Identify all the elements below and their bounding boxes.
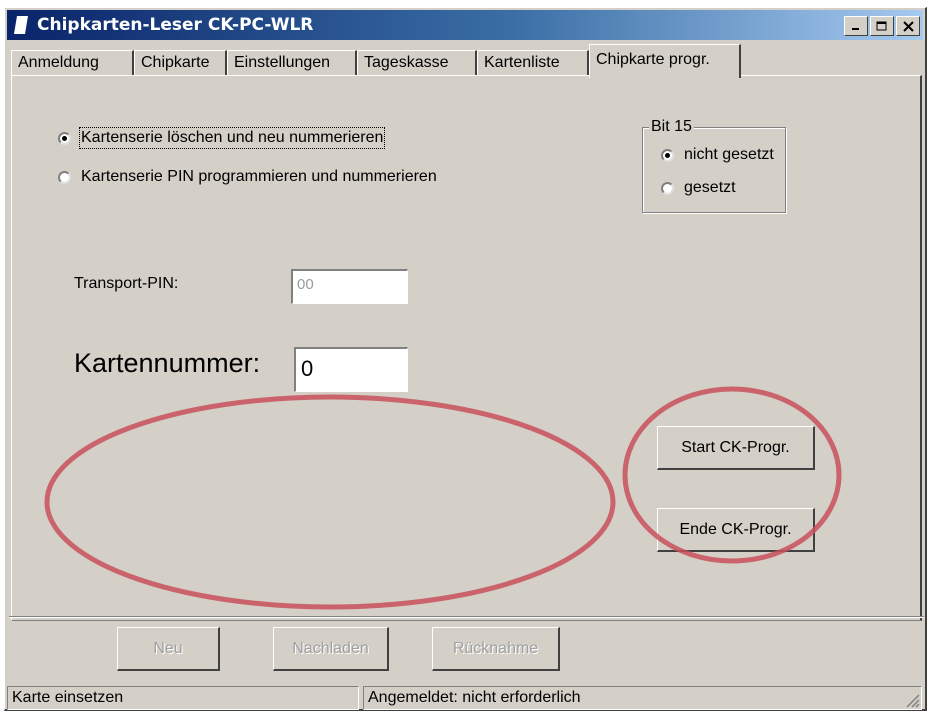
tab-einstellungen[interactable]: Einstellungen bbox=[227, 50, 357, 76]
start-ck-progr-button[interactable]: Start CK-Progr. bbox=[657, 426, 815, 470]
resize-grip-icon[interactable] bbox=[904, 692, 920, 708]
window-title: Chipkarten-Leser CK-PC-WLR bbox=[37, 15, 314, 35]
maximize-icon bbox=[876, 21, 887, 30]
transport-pin-label: Transport-PIN: bbox=[74, 275, 179, 292]
radio-kartenserie-pin[interactable]: Kartenserie PIN programmieren und nummer… bbox=[58, 168, 437, 186]
maximize-button[interactable] bbox=[870, 16, 894, 36]
nachladen-button[interactable]: Nachladen bbox=[273, 627, 389, 671]
radio-label: nicht gesetzt bbox=[684, 146, 774, 163]
minimize-icon bbox=[852, 28, 859, 30]
tab-anmeldung[interactable]: Anmeldung bbox=[11, 50, 134, 76]
radio-label: gesetzt bbox=[684, 179, 736, 196]
radio-gesetzt[interactable]: gesetzt bbox=[661, 179, 736, 197]
kartennummer-label: Kartennummer: bbox=[74, 348, 261, 378]
radio-kartenserie-loeschen[interactable]: Kartenserie löschen und neu nummerieren bbox=[58, 127, 386, 149]
status-right: Angemeldet: nicht erforderlich bbox=[363, 686, 922, 710]
radio-nicht-gesetzt[interactable]: nicht gesetzt bbox=[661, 146, 774, 164]
status-bar: Karte einsetzen Angemeldet: nicht erford… bbox=[7, 686, 922, 710]
radio-unchecked-icon bbox=[661, 181, 674, 195]
ruecknahme-button[interactable]: Rücknahme bbox=[432, 627, 560, 671]
close-button[interactable] bbox=[896, 16, 920, 36]
neu-button[interactable]: Neu bbox=[117, 627, 220, 671]
tab-panel: Kartenserie löschen und neu nummerieren … bbox=[11, 75, 922, 621]
tab-chipkarte[interactable]: Chipkarte bbox=[134, 50, 227, 76]
card-icon bbox=[14, 16, 28, 34]
divider bbox=[9, 616, 924, 618]
radio-label: Kartenserie PIN programmieren und nummer… bbox=[81, 168, 437, 185]
tab-tageskasse[interactable]: Tageskasse bbox=[357, 50, 477, 76]
close-icon bbox=[902, 20, 914, 32]
minimize-button[interactable] bbox=[844, 16, 868, 36]
group-legend: Bit 15 bbox=[649, 118, 694, 136]
radio-label: Kartenserie löschen und neu nummerieren bbox=[78, 127, 386, 149]
kartennummer-input[interactable]: 0 bbox=[294, 347, 408, 392]
ende-ck-progr-button[interactable]: Ende CK-Progr. bbox=[657, 508, 815, 552]
app-window: Chipkarten-Leser CK-PC-WLR Anmeldung Chi… bbox=[4, 7, 927, 711]
radio-checked-icon bbox=[58, 131, 71, 145]
radio-unchecked-icon bbox=[58, 170, 71, 184]
status-left: Karte einsetzen bbox=[7, 686, 359, 710]
title-bar[interactable]: Chipkarten-Leser CK-PC-WLR bbox=[7, 10, 923, 40]
tab-kartenliste[interactable]: Kartenliste bbox=[477, 50, 589, 76]
transport-pin-input[interactable]: 00 bbox=[291, 269, 408, 304]
tab-chipkarte-progr[interactable]: Chipkarte progr. bbox=[589, 44, 741, 78]
bit15-group: Bit 15 nicht gesetzt gesetzt bbox=[642, 118, 786, 213]
radio-checked-icon bbox=[661, 148, 674, 162]
